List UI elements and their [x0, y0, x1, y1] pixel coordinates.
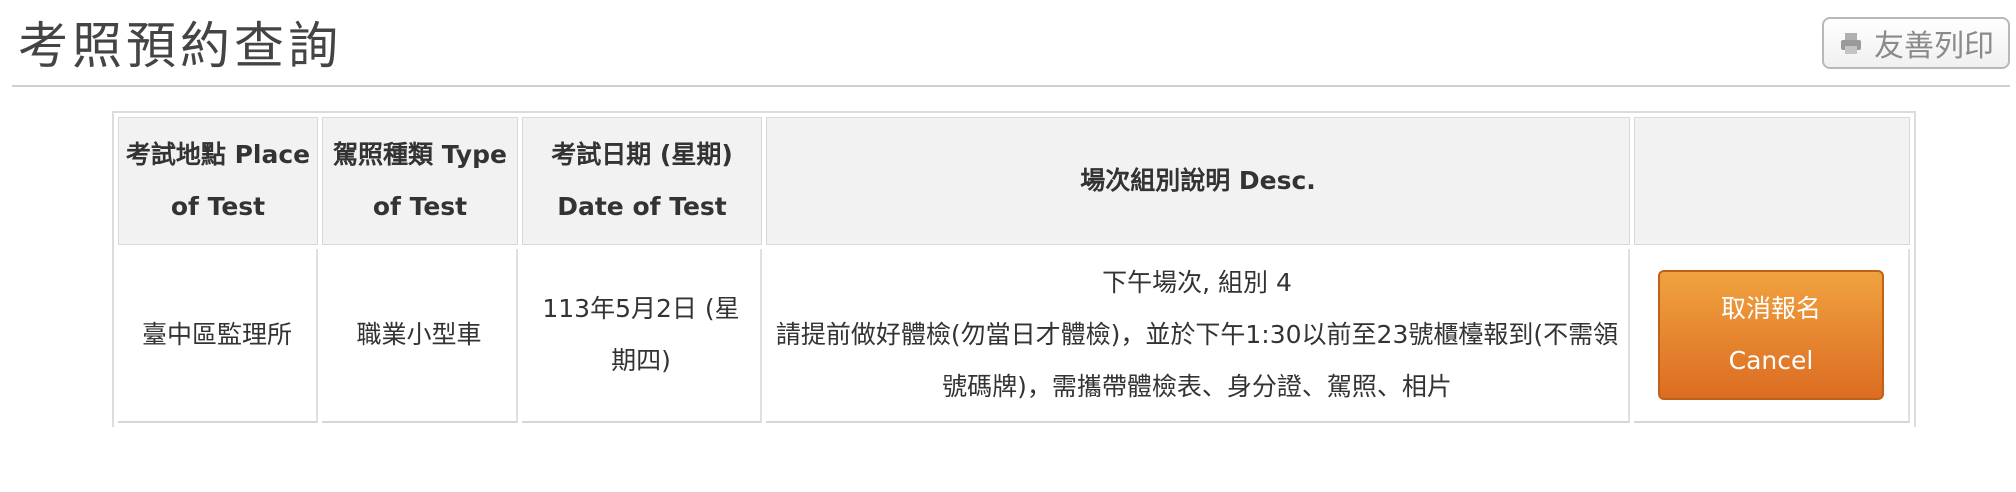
- cell-date: 113年5月2日 (星期四): [522, 249, 762, 423]
- header-date: 考試日期 (星期) Date of Test: [522, 117, 762, 245]
- print-friendly-button[interactable]: 友善列印: [1822, 17, 2010, 69]
- cancel-label-zh: 取消報名: [1720, 294, 1821, 323]
- booking-table-container: 考試地點 Place of Test 駕照種類 Type of Test 考試日…: [112, 111, 1916, 427]
- cancel-label-en: Cancel: [1728, 346, 1814, 375]
- desc-instructions: 請提前做好體檢(勿當日才體檢)，並於下午1:30以前至23號櫃檯報到(不需領號碼…: [775, 320, 1619, 401]
- desc-session: 下午場次, 組別 4: [1102, 268, 1292, 297]
- header-action: [1634, 117, 1910, 245]
- cell-type: 職業小型車: [322, 249, 518, 423]
- cell-place: 臺中區監理所: [118, 249, 318, 423]
- cell-desc: 下午場次, 組別 4 請提前做好體檢(勿當日才體檢)，並於下午1:30以前至23…: [766, 249, 1630, 423]
- print-button-label: 友善列印: [1874, 29, 1994, 64]
- booking-table: 考試地點 Place of Test 駕照種類 Type of Test 考試日…: [112, 111, 1916, 427]
- header-desc: 場次組別說明 Desc.: [766, 117, 1630, 245]
- cancel-registration-button[interactable]: 取消報名 Cancel: [1658, 270, 1884, 400]
- printer-icon: [1841, 33, 1861, 54]
- table-header-row: 考試地點 Place of Test 駕照種類 Type of Test 考試日…: [118, 117, 1910, 245]
- header-place: 考試地點 Place of Test: [118, 117, 318, 245]
- page-header: 考照預約查詢 友善列印: [12, 0, 2010, 87]
- cell-action: 取消報名 Cancel: [1634, 249, 1910, 423]
- table-row: 臺中區監理所 職業小型車 113年5月2日 (星期四) 下午場次, 組別 4 請…: [118, 249, 1910, 423]
- page-title: 考照預約查詢: [18, 17, 342, 75]
- header-type: 駕照種類 Type of Test: [322, 117, 518, 245]
